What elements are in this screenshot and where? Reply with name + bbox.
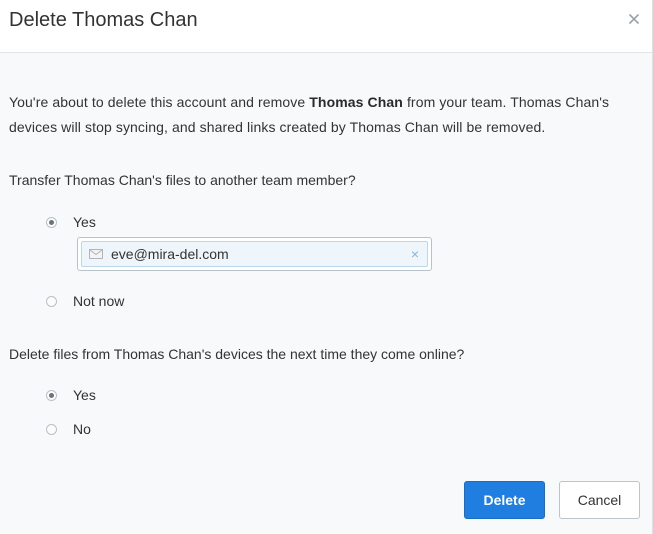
envelope-icon <box>89 249 103 259</box>
dialog-title: Delete Thomas Chan <box>9 9 198 31</box>
transfer-not-now-radio[interactable]: Not now <box>46 291 124 311</box>
dialog-header: Delete Thomas Chan <box>0 0 652 53</box>
delete-files-yes-radio[interactable]: Yes <box>46 385 96 405</box>
radio-unchecked-icon[interactable] <box>46 295 57 307</box>
cancel-button[interactable]: Cancel <box>559 481 640 519</box>
message-part1: You're about to delete this account and … <box>9 94 310 110</box>
delete-button[interactable]: Delete <box>464 481 545 519</box>
delete-files-no-radio[interactable]: No <box>46 419 91 439</box>
transfer-yes-radio[interactable]: Yes <box>46 212 96 232</box>
radio-unchecked-icon[interactable] <box>46 423 57 435</box>
delete-files-question: Delete files from Thomas Chan's devices … <box>9 346 465 362</box>
recipient-email: eve@mira-del.com <box>111 245 229 262</box>
transfer-yes-label: Yes <box>73 213 96 230</box>
recipient-input[interactable]: eve@mira-del.com × <box>77 237 432 271</box>
delete-user-dialog: Delete Thomas Chan You're about to delet… <box>0 0 653 534</box>
close-icon[interactable] <box>628 13 642 27</box>
message-user-name: Thomas Chan <box>309 94 403 110</box>
delete-warning-message: You're about to delete this account and … <box>9 90 639 140</box>
dialog-body: You're about to delete this account and … <box>9 52 640 437</box>
radio-checked-icon[interactable] <box>46 389 57 401</box>
delete-files-yes-label: Yes <box>73 386 96 403</box>
radio-checked-icon[interactable] <box>46 216 57 228</box>
transfer-not-now-label: Not now <box>73 292 125 309</box>
recipient-token: eve@mira-del.com × <box>81 241 428 267</box>
remove-token-icon[interactable]: × <box>411 245 419 263</box>
delete-files-no-label: No <box>73 420 91 437</box>
transfer-question: Transfer Thomas Chan's files to another … <box>9 172 356 188</box>
